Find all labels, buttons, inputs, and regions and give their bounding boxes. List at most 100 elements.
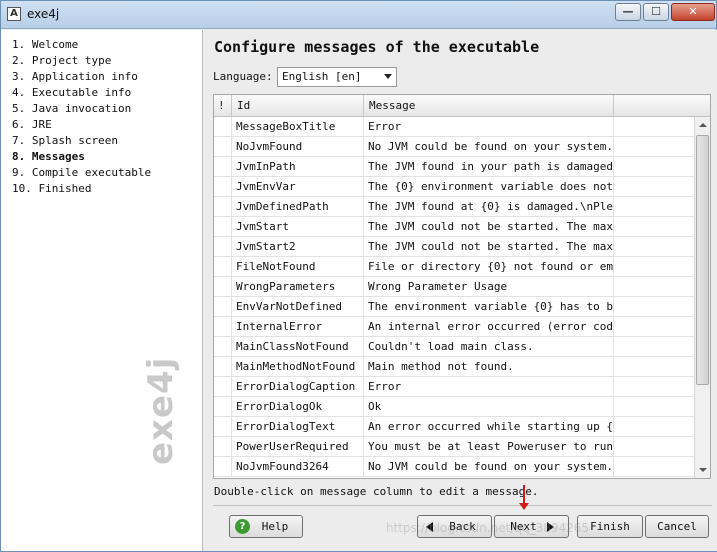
main-panel: Configure messages of the executable Lan… xyxy=(204,30,717,551)
table-row[interactable]: JvmInPath The JVM found in your path is d… xyxy=(214,157,696,177)
scroll-up-arrow-icon[interactable] xyxy=(695,117,710,133)
table-row[interactable]: InternalError An internal error occurred … xyxy=(214,317,696,337)
table-row[interactable]: NoJvmFound3264 No JVM could be found on y… xyxy=(214,457,696,477)
step-messages[interactable]: 8. Messages xyxy=(12,150,85,163)
message-text-cell[interactable]: Main method not found. xyxy=(364,357,614,377)
message-id-cell[interactable]: ErrorDialogOk xyxy=(232,397,364,417)
flag-cell xyxy=(214,377,232,397)
message-text-cell[interactable]: The JVM found at {0} is damaged.\nPlea..… xyxy=(364,197,614,217)
message-text-cell[interactable]: The JVM could not be started. The maxi..… xyxy=(364,217,614,237)
step-executable-info[interactable]: 4. Executable info xyxy=(12,86,131,99)
message-text-cell[interactable]: Couldn't load main class. xyxy=(364,337,614,357)
message-text-cell[interactable]: You must be at least Poweruser to run ..… xyxy=(364,437,614,457)
table-row[interactable]: NoJvmFound No JVM could be found on your … xyxy=(214,137,696,157)
table-row[interactable]: PowerUserRequired You must be at least Po… xyxy=(214,437,696,457)
help-button[interactable]: ? Help xyxy=(229,515,303,538)
step-compile-executable[interactable]: 9. Compile executable xyxy=(12,166,151,179)
message-text-cell[interactable]: Ok xyxy=(364,397,614,417)
exe4j-window: A exe4j — ☐ ✕ 1. Welcome 2. Project type… xyxy=(0,0,717,552)
message-text-cell[interactable]: The JVM found in your path is damaged...… xyxy=(364,157,614,177)
help-question-icon: ? xyxy=(235,519,250,534)
table-row[interactable]: JvmEnvVar The {0} environment variable do… xyxy=(214,177,696,197)
message-id-cell[interactable]: JvmDefinedPath xyxy=(232,197,364,217)
table-row[interactable]: JvmDefinedPath The JVM found at {0} is da… xyxy=(214,197,696,217)
table-row[interactable]: MainMethodNotFound Main method not found. xyxy=(214,357,696,377)
flag-cell xyxy=(214,297,232,317)
divider xyxy=(213,505,712,506)
step-finished[interactable]: 10. Finished xyxy=(12,182,91,195)
language-select[interactable]: English [en] xyxy=(277,67,397,87)
column-header-flag[interactable]: ! xyxy=(214,95,232,117)
scrollbar-thumb[interactable] xyxy=(696,135,709,385)
column-header-id[interactable]: Id xyxy=(232,95,364,117)
message-id-cell[interactable]: MessageBoxTitle xyxy=(232,117,364,137)
table-row[interactable]: ErrorDialogCaption Error xyxy=(214,377,696,397)
red-annotation-arrow-icon xyxy=(519,485,529,510)
step-java-invocation[interactable]: 5. Java invocation xyxy=(12,102,131,115)
message-text-cell[interactable]: An internal error occurred (error code..… xyxy=(364,317,614,337)
message-id-cell[interactable]: ErrorDialogCaption xyxy=(232,377,364,397)
table-row[interactable]: EnvVarNotDefined The environment variable… xyxy=(214,297,696,317)
message-text-cell[interactable]: Error xyxy=(364,377,614,397)
flag-cell xyxy=(214,157,232,177)
message-text-cell[interactable]: File or directory {0} not found or emp..… xyxy=(364,257,614,277)
wizard-steps-sidebar: 1. Welcome 2. Project type 3. Applicatio… xyxy=(1,30,203,551)
message-id-cell[interactable]: InternalError xyxy=(232,317,364,337)
message-id-cell[interactable]: JvmInPath xyxy=(232,157,364,177)
message-text-cell[interactable]: Error xyxy=(364,117,614,137)
message-id-cell[interactable]: EnvVarNotDefined xyxy=(232,297,364,317)
minimize-button[interactable]: — xyxy=(615,3,641,21)
table-row[interactable]: JvmStart2 The JVM could not be started. T… xyxy=(214,237,696,257)
flag-cell xyxy=(214,177,232,197)
table-row[interactable]: ErrorDialogText An error occurred while s… xyxy=(214,417,696,437)
title-bar[interactable]: A exe4j — ☐ ✕ xyxy=(1,1,716,29)
flag-cell xyxy=(214,437,232,457)
message-text-cell[interactable]: No JVM could be found on your system.\..… xyxy=(364,137,614,157)
flag-cell xyxy=(214,137,232,157)
step-welcome[interactable]: 1. Welcome xyxy=(12,38,78,51)
message-id-cell[interactable]: PowerUserRequired xyxy=(232,437,364,457)
message-id-cell[interactable]: ErrorDialogText xyxy=(232,417,364,437)
message-id-cell[interactable]: NoJvmFound3264 xyxy=(232,457,364,477)
step-application-info[interactable]: 3. Application info xyxy=(12,70,138,83)
message-id-cell[interactable]: FileNotFound xyxy=(232,257,364,277)
message-id-cell[interactable]: NoJvmFound xyxy=(232,137,364,157)
flag-cell xyxy=(214,257,232,277)
flag-cell xyxy=(214,117,232,137)
column-header-message[interactable]: Message xyxy=(364,95,614,117)
step-splash-screen[interactable]: 7. Splash screen xyxy=(12,134,118,147)
language-label: Language: xyxy=(213,70,273,83)
message-text-cell[interactable]: No JVM could be found on your system.\..… xyxy=(364,457,614,477)
app-icon: A xyxy=(7,7,21,21)
flag-cell xyxy=(214,237,232,257)
message-id-cell[interactable]: MainMethodNotFound xyxy=(232,357,364,377)
table-row[interactable]: FileNotFound File or directory {0} not fo… xyxy=(214,257,696,277)
table-header: ! Id Message xyxy=(214,95,710,117)
vertical-scrollbar[interactable] xyxy=(694,117,710,478)
table-row[interactable]: MainClassNotFound Couldn't load main clas… xyxy=(214,337,696,357)
table-row[interactable]: ErrorDialogOk Ok xyxy=(214,397,696,417)
message-id-cell[interactable]: JvmStart xyxy=(232,217,364,237)
message-id-cell[interactable]: JvmStart2 xyxy=(232,237,364,257)
message-text-cell[interactable]: The {0} environment variable does not\..… xyxy=(364,177,614,197)
message-text-cell[interactable]: An error occurred while starting up {0}: xyxy=(364,417,614,437)
message-id-cell[interactable]: WrongParameters xyxy=(232,277,364,297)
scroll-down-arrow-icon[interactable] xyxy=(695,462,710,478)
table-body: MessageBoxTitle Error NoJvmFound No JVM cou… xyxy=(214,117,696,478)
message-text-cell[interactable]: The environment variable {0} has to be..… xyxy=(364,297,614,317)
close-button[interactable]: ✕ xyxy=(671,3,715,21)
table-row[interactable]: MessageBoxTitle Error xyxy=(214,117,696,137)
table-row[interactable]: JvmStart The JVM could not be started. Th… xyxy=(214,217,696,237)
maximize-button[interactable]: ☐ xyxy=(643,3,669,21)
message-id-cell[interactable]: JvmEnvVar xyxy=(232,177,364,197)
table-row[interactable]: WrongParameters Wrong Parameter Usage xyxy=(214,277,696,297)
message-text-cell[interactable]: The JVM could not be started. The maxi..… xyxy=(364,237,614,257)
step-jre[interactable]: 6. JRE xyxy=(12,118,52,131)
message-text-cell[interactable]: Wrong Parameter Usage xyxy=(364,277,614,297)
flag-cell xyxy=(214,337,232,357)
step-project-type[interactable]: 2. Project type xyxy=(12,54,111,67)
cancel-button[interactable]: Cancel xyxy=(645,515,709,538)
message-id-cell[interactable]: MainClassNotFound xyxy=(232,337,364,357)
flag-cell xyxy=(214,397,232,417)
flag-cell xyxy=(214,417,232,437)
